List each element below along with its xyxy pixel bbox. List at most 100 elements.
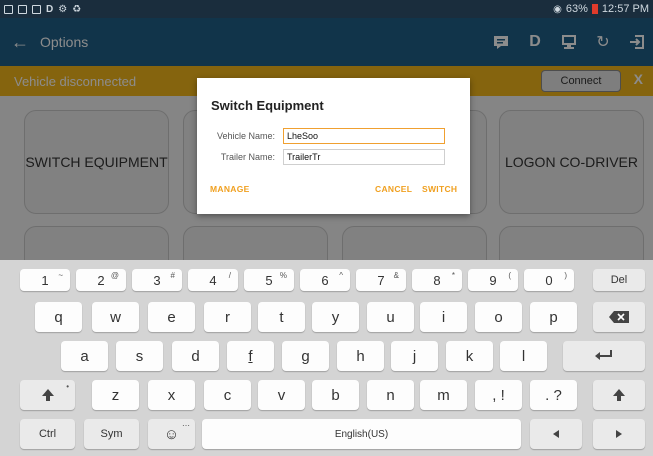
ctrl-key[interactable]: Ctrl [20,419,75,449]
key-f[interactable]: f [227,341,274,371]
message-icon [18,4,27,14]
emoji-key[interactable]: ☺ ⋯ [148,419,195,449]
enter-key[interactable] [563,341,645,371]
sym-key[interactable]: Sym [84,419,139,449]
key-alt: @ [110,271,119,280]
dialog-title: Switch Equipment [211,98,324,113]
trailer-name-input[interactable]: TrailerTr [283,149,445,165]
sync-icon: ♻ [72,3,82,15]
vehicle-name-input[interactable]: LheSoo [283,128,445,144]
key-z[interactable]: z [92,380,139,410]
notification-icon [4,4,13,14]
key-label: 2 [97,272,105,288]
key-p[interactable]: p [530,302,577,332]
key-h[interactable]: h [337,341,384,371]
key-s[interactable]: s [116,341,163,371]
key-a[interactable]: a [61,341,108,371]
cursor-left-key[interactable] [530,419,582,449]
shift-key-left[interactable]: • [20,380,75,410]
key-n[interactable]: n [367,380,414,410]
shift-key-right[interactable] [593,380,645,410]
key-e[interactable]: e [148,302,195,332]
key-alt: / [228,271,231,280]
backspace-icon [609,311,629,323]
cursor-right-key[interactable] [593,419,645,449]
key-9[interactable]: 9( [468,269,518,291]
cancel-button[interactable]: CANCEL [375,184,412,194]
status-right: ◉ 63% 12:57 PM [553,3,649,15]
key-label: 7 [377,272,385,288]
right-arrow-icon [616,430,622,438]
key-0[interactable]: 0) [524,269,574,291]
key-w[interactable]: w [92,302,139,332]
key-x[interactable]: x [148,380,195,410]
key-label: 8 [433,272,441,288]
key-l[interactable]: l [500,341,547,371]
vehicle-name-label: Vehicle Name: [216,131,275,141]
key-6[interactable]: 6 ^ [300,269,350,291]
key-4[interactable]: 4/ [188,269,238,291]
key-comma[interactable]: , ! [475,380,522,410]
switch-equipment-dialog: Switch Equipment Vehicle Name: LheSoo Tr… [197,78,470,214]
usb-icon: ⚙ [58,3,68,15]
battery-icon [591,4,598,14]
key-b[interactable]: b [312,380,359,410]
key-alt: # [170,271,175,280]
key-alt: % [279,271,287,280]
enter-icon [595,350,612,360]
trailer-name-label: Trailer Name: [220,152,275,162]
key-g[interactable]: g [282,341,329,371]
key-alt: ( [508,271,511,280]
android-screen: D ⚙ ♻ ◉ 63% 12:57 PM ← Options D ↻ Vehic… [0,0,653,456]
key-alt: ~ [58,271,63,280]
key-2[interactable]: 2 @ [76,269,126,291]
key-alt: ) [564,271,567,280]
key-i[interactable]: i [420,302,467,332]
key-label: 9 [489,272,497,288]
trailer-name-row: Trailer Name: TrailerTr [197,148,470,166]
key-label: 4 [209,272,217,288]
status-left-icons: D ⚙ ♻ [4,4,81,15]
switch-button[interactable]: SWITCH [422,184,457,194]
card-icon [32,4,41,14]
left-arrow-icon [553,430,559,438]
key-label: 5 [265,272,273,288]
key-label: 3 [153,272,161,288]
key-k[interactable]: k [446,341,493,371]
time-text: 12:57 PM [601,3,649,15]
backspace-key[interactable] [593,302,645,332]
key-5[interactable]: 5% [244,269,294,291]
vehicle-name-row: Vehicle Name: LheSoo [197,127,470,145]
key-alt: ^ [339,271,343,280]
status-bar: D ⚙ ♻ ◉ 63% 12:57 PM [0,0,653,18]
key-3[interactable]: 3 # [132,269,182,291]
key-8[interactable]: 8 * [412,269,462,291]
key-m[interactable]: m [420,380,467,410]
key-1[interactable]: 1 ~ [20,269,70,291]
key-r[interactable]: r [204,302,251,332]
shift-icon [613,389,625,401]
manage-button[interactable]: MANAGE [210,184,250,194]
key-o[interactable]: o [475,302,522,332]
wifi-icon: ◉ [553,3,562,15]
key-v[interactable]: v [258,380,305,410]
delete-key[interactable]: Del [593,269,645,291]
key-j[interactable]: j [391,341,438,371]
key-label: 1 [41,272,49,288]
d-icon: D [46,3,54,15]
emoji-more-icon: ⋯ [182,421,190,430]
key-u[interactable]: u [367,302,414,332]
shift-dot-icon: • [66,382,69,391]
key-t[interactable]: t [258,302,305,332]
key-7[interactable]: 7 & [356,269,406,291]
battery-text: 63% [565,3,588,15]
key-q[interactable]: q [35,302,82,332]
key-c[interactable]: c [204,380,251,410]
space-key[interactable]: English(US) [202,419,521,449]
key-y[interactable]: y [312,302,359,332]
key-period[interactable]: . ? [530,380,577,410]
smiley-icon: ☺ [163,425,180,443]
key-alt: * [451,271,455,280]
key-d[interactable]: d [172,341,219,371]
key-label: 0 [545,272,553,288]
